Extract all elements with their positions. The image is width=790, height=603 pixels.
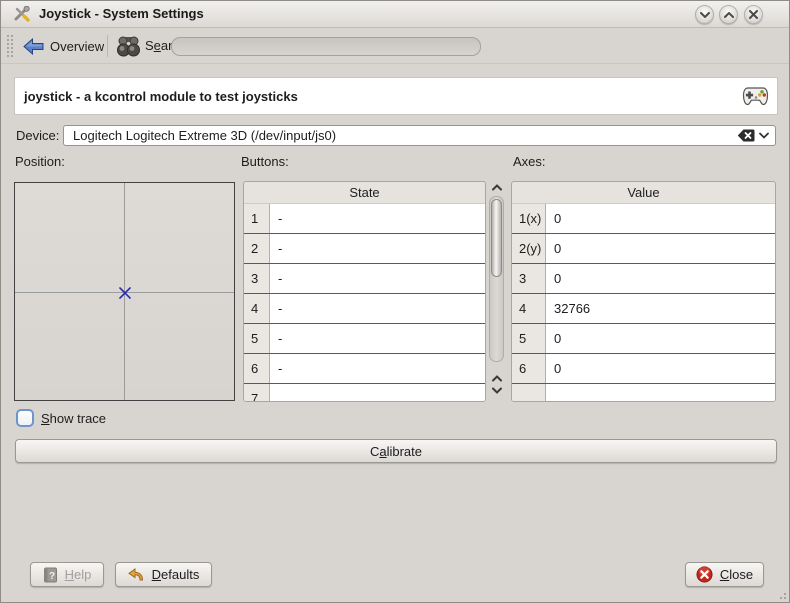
axes-label: Axes:: [513, 153, 546, 171]
buttons-column-header[interactable]: State: [244, 182, 485, 204]
position-label: Position:: [15, 153, 65, 171]
scroll-up-button[interactable]: [491, 375, 502, 383]
scroll-up-button[interactable]: [491, 184, 502, 192]
window-title: Joystick - System Settings: [39, 1, 204, 27]
help-icon: ?: [43, 567, 58, 583]
close-label: Close: [720, 567, 753, 582]
table-row[interactable]: 3-: [244, 264, 485, 294]
gamepad-icon: [742, 85, 769, 108]
tools-icon: [14, 6, 31, 23]
system-settings-window: Joystick - System Settings Overview: [0, 0, 790, 603]
defaults-label: Defaults: [152, 567, 200, 582]
table-row[interactable]: 432766: [512, 294, 775, 324]
show-trace-checkbox[interactable]: [16, 409, 34, 427]
table-row[interactable]: 1-: [244, 204, 485, 234]
chevron-down-icon: [492, 387, 502, 394]
calibrate-label: Calibrate: [370, 444, 422, 459]
table-row[interactable]: 60: [512, 354, 775, 384]
table-row[interactable]: 2(y)0: [512, 234, 775, 264]
back-arrow-icon: [23, 38, 44, 55]
chevron-down-icon: [700, 12, 710, 18]
resize-grip[interactable]: [777, 590, 787, 600]
close-window-button[interactable]: [744, 5, 763, 24]
module-header: joystick - a kcontrol module to test joy…: [14, 77, 778, 115]
table-row[interactable]: 4-: [244, 294, 485, 324]
search-input[interactable]: [171, 37, 481, 56]
toolbar: Overview Search:: [1, 28, 790, 64]
defaults-button[interactable]: Defaults: [115, 562, 212, 587]
table-row[interactable]: 2-: [244, 234, 485, 264]
table-row[interactable]: 7: [244, 384, 485, 402]
table-row[interactable]: 6-: [244, 354, 485, 384]
svg-text:?: ?: [49, 571, 55, 582]
maximize-button[interactable]: [719, 5, 738, 24]
position-marker-icon: [118, 286, 132, 300]
search-icon: [116, 34, 141, 58]
show-trace-label: Show trace: [41, 410, 106, 427]
scroll-down-button[interactable]: [491, 387, 502, 395]
axes-table[interactable]: Value 1(x)0 2(y)0 30 432766 50 60: [511, 181, 776, 402]
help-label: Help: [65, 567, 92, 582]
device-value: Logitech Logitech Extreme 3D (/dev/input…: [64, 128, 737, 143]
buttons-label: Buttons:: [241, 153, 289, 171]
chevron-up-icon: [724, 12, 734, 18]
table-row[interactable]: 1(x)0: [512, 204, 775, 234]
buttons-scrollbar[interactable]: [488, 182, 505, 401]
table-row[interactable]: 30: [512, 264, 775, 294]
titlebar[interactable]: Joystick - System Settings: [1, 1, 790, 28]
device-combobox[interactable]: Logitech Logitech Extreme 3D (/dev/input…: [63, 125, 776, 146]
calibrate-button[interactable]: Calibrate: [15, 439, 777, 463]
module-title: joystick - a kcontrol module to test joy…: [15, 89, 298, 104]
buttons-table[interactable]: State 1- 2- 3- 4- 5- 6- 7: [243, 181, 486, 402]
shade-button[interactable]: [695, 5, 714, 24]
scrollbar-thumb[interactable]: [491, 199, 502, 277]
help-button: ? Help: [30, 562, 104, 587]
close-button[interactable]: Close: [685, 562, 764, 587]
chevron-up-icon: [492, 375, 502, 382]
overview-button[interactable]: Overview: [19, 32, 108, 60]
table-row[interactable]: 50: [512, 324, 775, 354]
overview-label: Overview: [50, 39, 104, 54]
undo-icon: [128, 568, 145, 581]
toolbar-separator: [107, 35, 108, 57]
device-label: Device:: [16, 125, 59, 146]
chevron-down-icon: [759, 132, 769, 139]
table-row[interactable]: 5-: [244, 324, 485, 354]
close-icon: [749, 10, 758, 19]
clear-icon[interactable]: [737, 129, 755, 142]
position-display: [14, 182, 235, 401]
chevron-up-icon: [492, 184, 502, 191]
table-row[interactable]: [512, 384, 775, 402]
toolbar-grip[interactable]: [6, 34, 14, 58]
axes-column-header[interactable]: Value: [512, 182, 775, 204]
close-red-icon: [696, 566, 713, 583]
